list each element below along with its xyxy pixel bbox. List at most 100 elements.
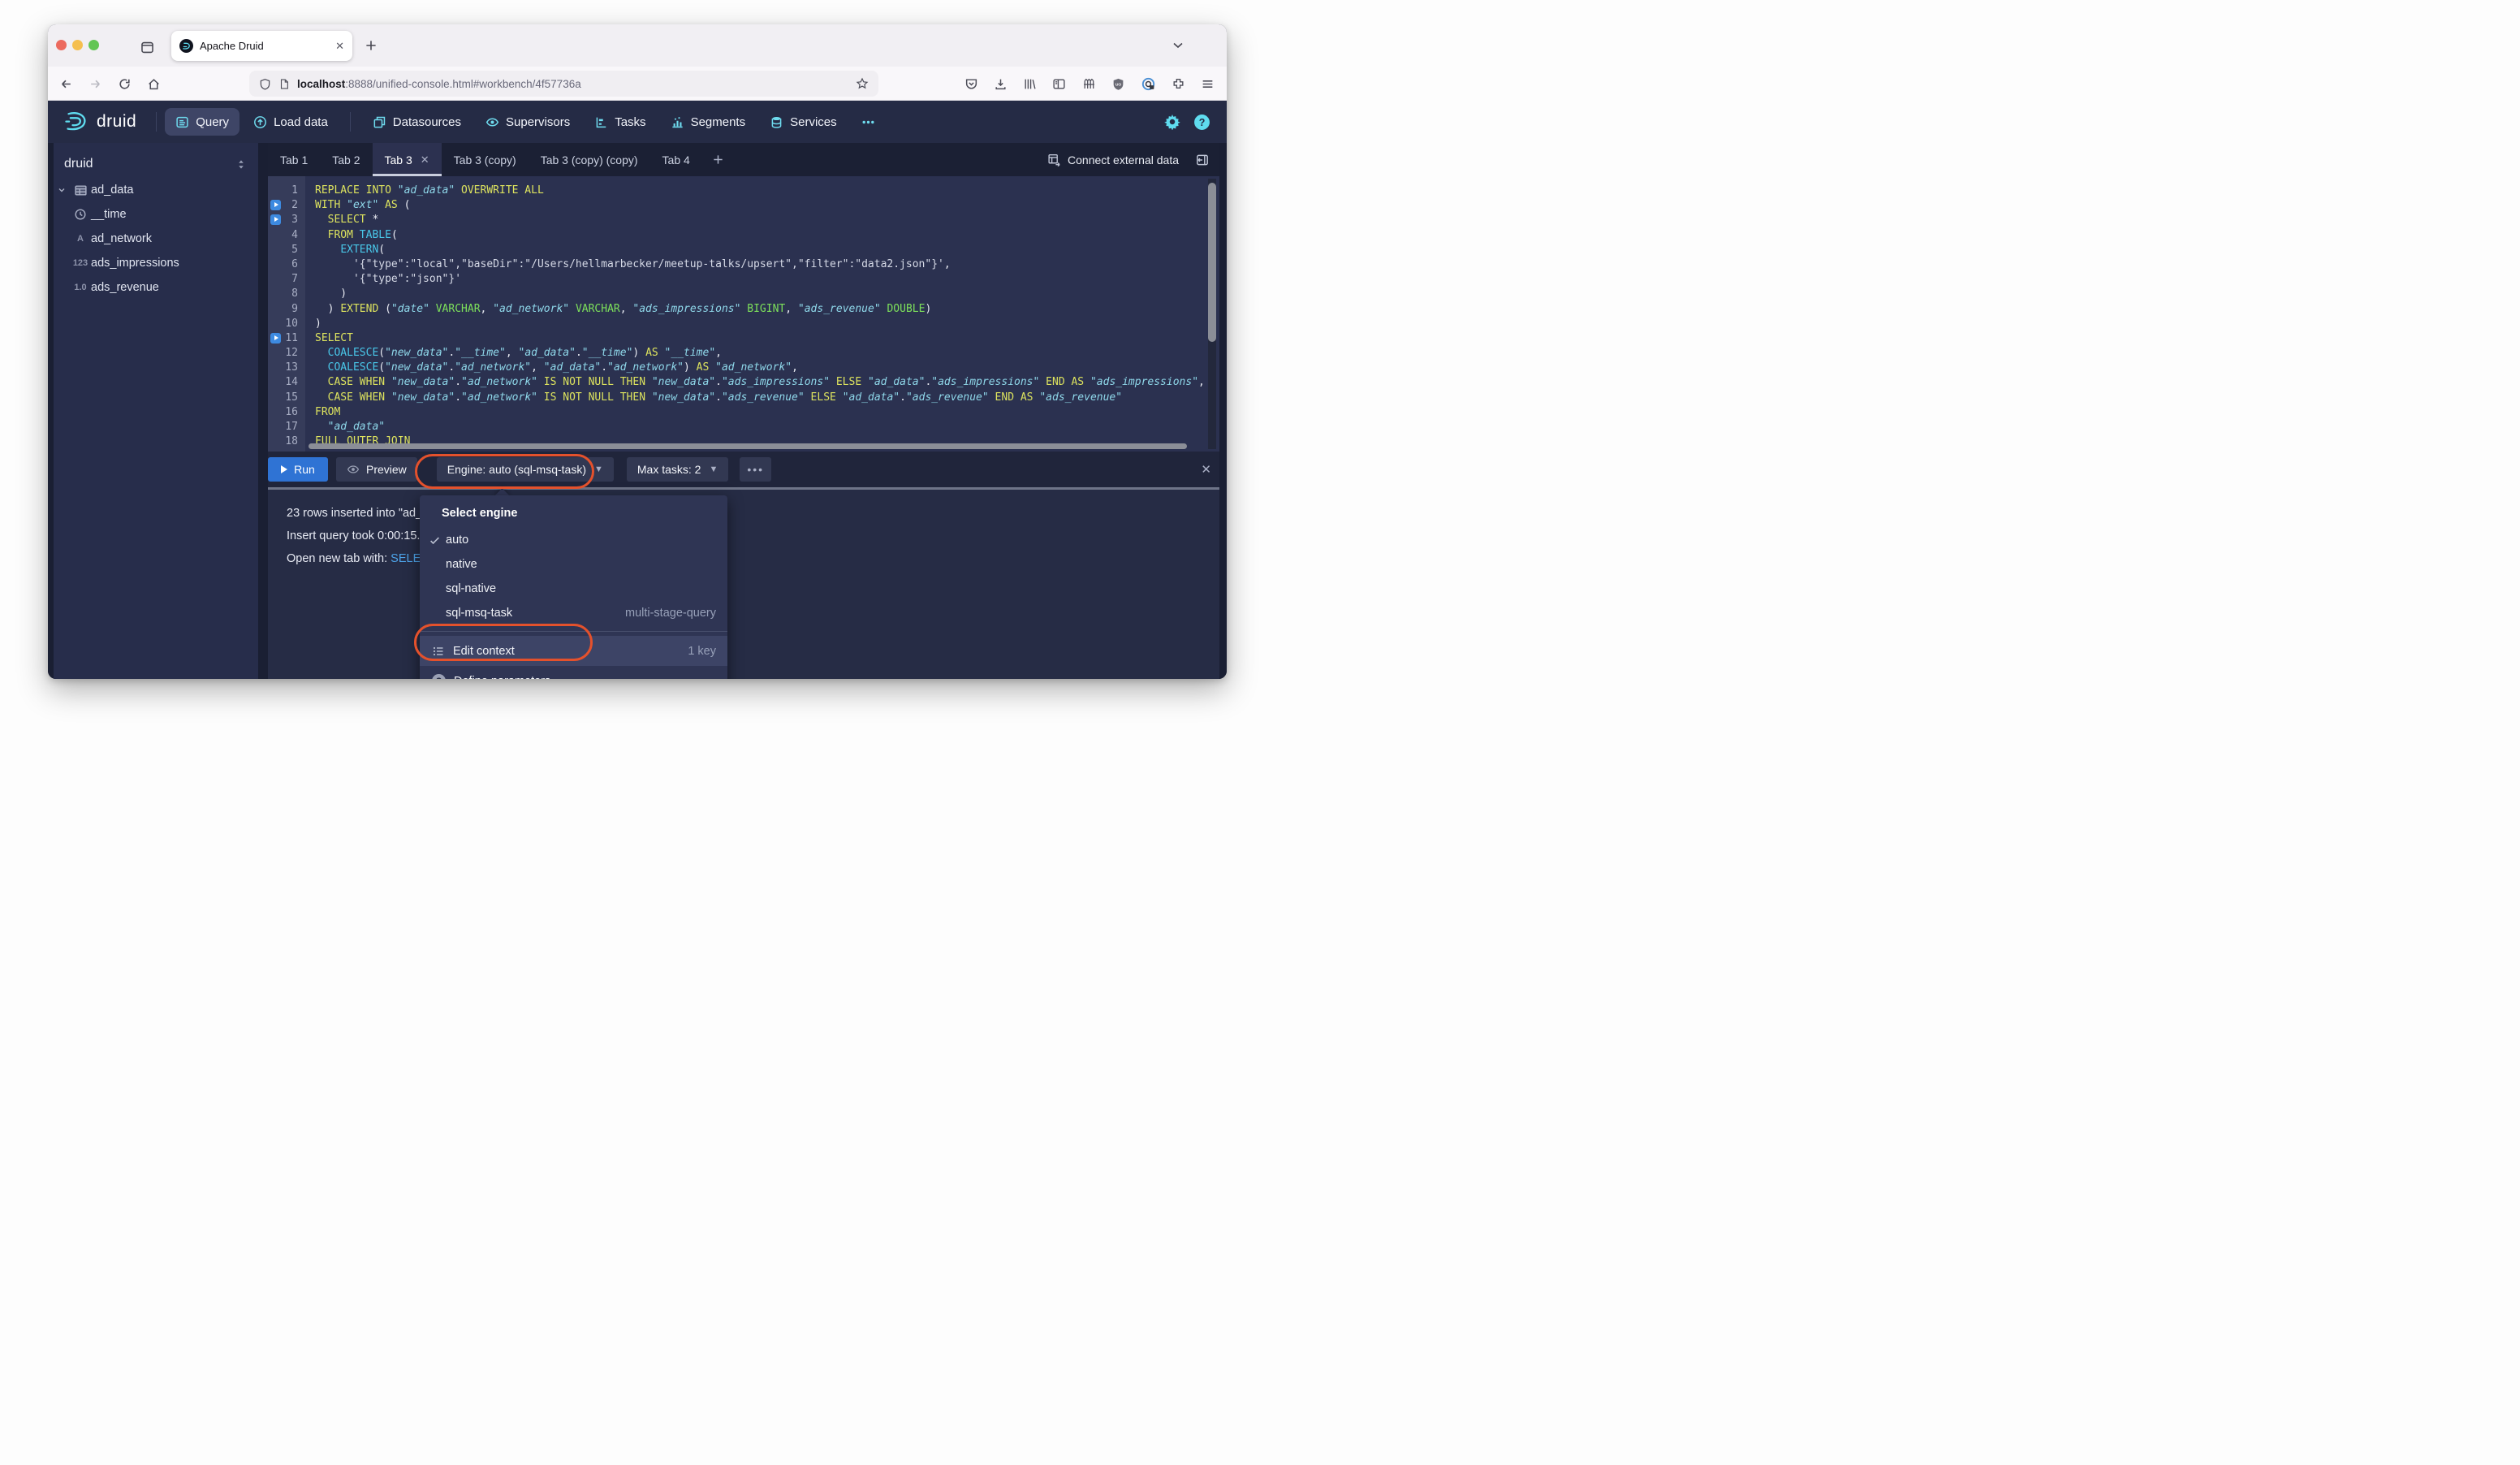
tree-column-ad_network[interactable]: Aad_network <box>54 227 258 251</box>
engine-option-auto[interactable]: auto <box>420 528 727 552</box>
nav-item-supervisors[interactable]: Supervisors <box>475 108 580 136</box>
editor-line-12[interactable]: 12 COALESCE("new_data"."__time", "ad_dat… <box>268 346 1219 361</box>
editor-line-8[interactable]: 8 ) <box>268 287 1219 301</box>
editor-line-2[interactable]: 2WITH "ext" AS ( <box>268 198 1219 213</box>
workbench-tab-tab-1[interactable]: Tab 1 <box>268 143 320 176</box>
editor-line-9[interactable]: 9 ) EXTEND ("date" VARCHAR, "ad_network"… <box>268 302 1219 317</box>
forward-button[interactable] <box>88 77 102 91</box>
new-tab-button[interactable] <box>364 38 378 53</box>
nav-item-load-data[interactable]: Load data <box>243 108 339 136</box>
max-tasks-button[interactable]: Max tasks: 2 ▼ <box>627 457 728 482</box>
settings-gear-icon[interactable] <box>1164 114 1180 130</box>
engine-select-button[interactable]: Engine: auto (sql-msq-task) ▼ <box>437 457 614 482</box>
nav-item-label: Datasources <box>393 115 461 129</box>
engine-option-sql-native[interactable]: sql-native <box>420 577 727 601</box>
editor-line-7[interactable]: 7 '{"type":"json"}' <box>268 272 1219 287</box>
workbench-tab-tab-4[interactable]: Tab 4 <box>650 143 702 176</box>
workbench-tab-tab-3-copy-[interactable]: Tab 3 (copy) <box>442 143 529 176</box>
editor-line-10[interactable]: 10) <box>268 317 1219 331</box>
minimize-window-button[interactable] <box>72 40 83 50</box>
connect-external-data-button[interactable]: Connect external data <box>1047 153 1179 166</box>
engine-option-detail: multi-stage-query <box>625 607 716 620</box>
tab-close-icon[interactable]: ✕ <box>421 153 429 166</box>
tab-list-chevron-icon[interactable] <box>1172 41 1184 50</box>
sql-editor[interactable]: 1REPLACE INTO "ad_data" OVERWRITE ALL2WI… <box>268 176 1219 452</box>
chevron-down-icon[interactable] <box>54 185 70 195</box>
nav-item-tasks[interactable]: Tasks <box>584 108 656 136</box>
tree-column-label: __time <box>91 208 127 221</box>
workbench-tab-tab-3[interactable]: Tab 3✕ <box>373 143 442 176</box>
pocket-icon[interactable] <box>964 77 978 91</box>
nav-item-more-menu[interactable] <box>851 108 886 136</box>
nav-item-datasources[interactable]: Datasources <box>362 108 472 136</box>
code-text: WITH "ext" AS ( <box>305 198 410 213</box>
editor-line-15[interactable]: 15 CASE WHEN "new_data"."ad_network" IS … <box>268 391 1219 405</box>
chevron-down-icon: ▼ <box>594 465 603 474</box>
workbench-tab-tab-3-copy-copy-[interactable]: Tab 3 (copy) (copy) <box>529 143 650 176</box>
close-panel-icon[interactable]: ✕ <box>1201 462 1211 477</box>
ublock-shield-icon[interactable]: UO <box>1111 77 1125 91</box>
help-icon[interactable]: ? <box>1193 114 1210 131</box>
nav-item-query[interactable]: Query <box>165 108 239 136</box>
hamburger-menu-icon[interactable] <box>1201 77 1215 91</box>
nav-item-services[interactable]: Services <box>759 108 848 136</box>
tree-column-ads_impressions[interactable]: 123ads_impressions <box>54 251 258 275</box>
reload-button[interactable] <box>118 77 132 91</box>
line-number: 3 <box>268 213 305 227</box>
downloads-icon[interactable] <box>994 77 1008 91</box>
code-text: FROM <box>305 405 340 420</box>
sort-icon[interactable] <box>235 158 247 171</box>
druid-logo-icon[interactable] <box>63 110 90 134</box>
run-marker-icon[interactable] <box>270 333 281 344</box>
run-marker-icon[interactable] <box>270 200 281 210</box>
nav-item-label: Supervisors <box>506 115 570 129</box>
home-button[interactable] <box>147 77 161 91</box>
toggle-panel-icon[interactable] <box>1195 153 1210 167</box>
editor-line-16[interactable]: 16FROM <box>268 405 1219 420</box>
extension-fence-icon[interactable] <box>1082 77 1096 91</box>
more-options-button[interactable]: ••• <box>740 457 771 482</box>
code-text: CASE WHEN "new_data"."ad_network" IS NOT… <box>305 391 1122 405</box>
editor-line-5[interactable]: 5 EXTERN( <box>268 243 1219 257</box>
run-marker-icon[interactable] <box>270 214 281 225</box>
menu-action-define-parameters[interactable]: ?Define parameters <box>420 666 727 679</box>
tree-column-ads_revenue[interactable]: 1.0ads_revenue <box>54 275 258 300</box>
close-window-button[interactable] <box>56 40 67 50</box>
page-info-icon[interactable] <box>278 78 290 90</box>
editor-line-17[interactable]: 17 "ad_data" <box>268 420 1219 434</box>
nav-item-segments[interactable]: Segments <box>660 108 757 136</box>
editor-line-4[interactable]: 4 FROM TABLE( <box>268 228 1219 243</box>
editor-line-13[interactable]: 13 COALESCE("new_data"."ad_network", "ad… <box>268 361 1219 375</box>
engine-option-sql-msq-task[interactable]: sql-msq-taskmulti-stage-query <box>420 601 727 625</box>
tracking-shield-icon[interactable] <box>259 78 271 90</box>
add-tab-button[interactable] <box>702 143 734 176</box>
editor-horizontal-scrollbar[interactable] <box>309 443 1187 449</box>
zoom-window-button[interactable] <box>88 40 99 50</box>
preview-button[interactable]: Preview <box>336 457 417 482</box>
bookmark-star-icon[interactable] <box>856 77 869 90</box>
engine-option-label: auto <box>446 534 716 547</box>
menu-action-edit-context[interactable]: Edit context1 key <box>420 636 727 666</box>
schema-tree: ad_data __time Aad_network123ads_impressio… <box>54 178 258 300</box>
firefox-view-icon[interactable] <box>140 40 155 55</box>
tree-column-__time[interactable]: __time <box>54 202 258 227</box>
editor-line-6[interactable]: 6 '{"type":"local","baseDir":"/Users/hel… <box>268 257 1219 272</box>
sidebar-toggle-icon[interactable] <box>1052 77 1066 91</box>
editor-line-11[interactable]: 11SELECT <box>268 331 1219 346</box>
editor-vertical-scrollbar[interactable] <box>1208 183 1216 342</box>
back-button[interactable] <box>59 77 73 91</box>
browser-tab[interactable]: Apache Druid ✕ <box>171 31 352 61</box>
password-manager-icon[interactable] <box>1141 77 1155 91</box>
url-bar[interactable]: localhost:8888/unified-console.html#work… <box>249 71 878 97</box>
library-icon[interactable] <box>1023 77 1037 91</box>
editor-line-3[interactable]: 3 SELECT * <box>268 213 1219 227</box>
line-number: 7 <box>268 272 305 287</box>
editor-line-1[interactable]: 1REPLACE INTO "ad_data" OVERWRITE ALL <box>268 184 1219 198</box>
editor-line-14[interactable]: 14 CASE WHEN "new_data"."ad_network" IS … <box>268 375 1219 390</box>
engine-option-native[interactable]: native <box>420 552 727 577</box>
extensions-puzzle-icon[interactable] <box>1172 77 1185 91</box>
tab-close-icon[interactable]: ✕ <box>335 40 344 53</box>
run-button[interactable]: Run <box>268 457 328 482</box>
tree-node-ad_data[interactable]: ad_data <box>54 178 258 202</box>
workbench-tab-tab-2[interactable]: Tab 2 <box>320 143 372 176</box>
